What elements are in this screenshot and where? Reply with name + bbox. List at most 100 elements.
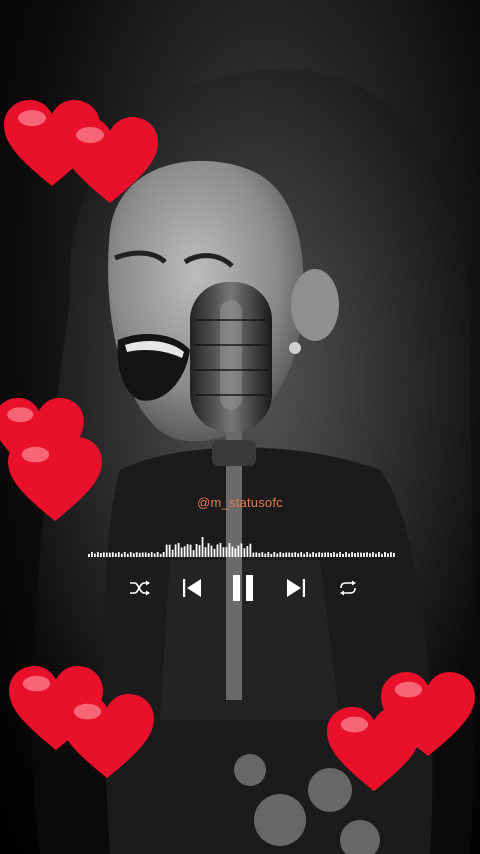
waveform-bar bbox=[228, 543, 231, 557]
waveform-bar bbox=[300, 552, 303, 557]
next-button[interactable] bbox=[276, 568, 316, 608]
waveform-bar bbox=[360, 552, 362, 557]
previous-button[interactable] bbox=[172, 568, 212, 608]
waveform-bar bbox=[114, 553, 117, 557]
waveform-bar bbox=[366, 552, 368, 557]
waveform-bar bbox=[156, 552, 159, 557]
waveform-bar bbox=[219, 543, 222, 557]
waveform-bar bbox=[306, 552, 309, 557]
waveform-bar bbox=[261, 552, 264, 557]
waveform-bar bbox=[141, 552, 144, 557]
waveform-bar bbox=[321, 552, 324, 557]
waveform-bar bbox=[147, 552, 150, 557]
waveform-bar bbox=[216, 544, 219, 557]
waveform-bar bbox=[222, 547, 225, 557]
skip-next-icon bbox=[287, 579, 305, 597]
waveform-bar bbox=[123, 552, 126, 557]
waveform-bar bbox=[354, 553, 356, 557]
waveform-bar bbox=[234, 548, 237, 557]
waveform-bar bbox=[159, 553, 162, 557]
waveform-bar bbox=[180, 547, 183, 557]
waveform-bar bbox=[243, 548, 246, 557]
waveform-bar bbox=[348, 553, 350, 557]
waveform-bar bbox=[276, 553, 279, 557]
waveform-bar bbox=[186, 544, 189, 557]
waveform-bar bbox=[171, 549, 174, 557]
waveform-bar bbox=[357, 552, 359, 557]
waveform-bar bbox=[318, 552, 321, 557]
waveform-bar bbox=[264, 553, 267, 557]
waveform-bar bbox=[117, 552, 120, 557]
waveform-bar bbox=[189, 544, 192, 557]
waveform-bar bbox=[384, 552, 386, 557]
waveform-bar bbox=[327, 552, 330, 557]
waveform-bar bbox=[153, 553, 156, 557]
waveform-bar bbox=[378, 552, 380, 557]
waveform-bar bbox=[210, 545, 213, 557]
waveform-bar bbox=[375, 553, 377, 557]
waveform-bar bbox=[126, 553, 129, 557]
waveform-bar bbox=[96, 552, 99, 557]
waveform-bar bbox=[90, 552, 93, 557]
waveform-bar bbox=[252, 552, 255, 557]
waveform-bar bbox=[129, 552, 132, 557]
audio-waveform[interactable] bbox=[88, 535, 396, 561]
shuffle-button[interactable] bbox=[120, 568, 160, 608]
waveform-bar bbox=[213, 548, 216, 557]
waveform-bar bbox=[315, 553, 318, 557]
waveform-bar bbox=[99, 553, 102, 557]
pause-button[interactable] bbox=[224, 568, 264, 608]
heart-icon bbox=[62, 117, 158, 203]
waveform-bar bbox=[237, 545, 240, 557]
waveform-bar bbox=[108, 552, 111, 557]
heart-icon bbox=[8, 436, 102, 522]
waveform-bar bbox=[330, 552, 332, 557]
pause-icon bbox=[233, 575, 253, 601]
waveform-bar bbox=[381, 553, 383, 557]
waveform-bar bbox=[333, 552, 335, 557]
waveform-bar bbox=[93, 553, 96, 557]
waveform-bar bbox=[195, 544, 198, 557]
waveform-bar bbox=[183, 546, 186, 557]
waveform-bar bbox=[204, 547, 207, 557]
waveform-bar bbox=[162, 552, 165, 557]
waveform-bar bbox=[285, 552, 288, 557]
waveform-bar bbox=[294, 552, 297, 557]
waveform-bar bbox=[177, 543, 180, 557]
waveform-bar bbox=[240, 543, 243, 557]
waveform-bar bbox=[132, 553, 135, 557]
waveform-bar bbox=[279, 552, 282, 557]
waveform-bar bbox=[270, 553, 273, 557]
waveform-bar bbox=[303, 553, 306, 557]
waveform-bar bbox=[324, 552, 327, 557]
video-frame: @m_statusofc bbox=[0, 0, 480, 854]
waveform-bar bbox=[249, 543, 252, 557]
repeat-icon bbox=[340, 580, 356, 596]
waveform-bar bbox=[120, 553, 123, 557]
repeat-button[interactable] bbox=[328, 568, 368, 608]
waveform-bar bbox=[363, 552, 365, 557]
waveform-bar bbox=[390, 552, 392, 557]
waveform-bar bbox=[309, 553, 312, 557]
waveform-bar bbox=[291, 552, 294, 557]
waveform-bar bbox=[150, 552, 153, 557]
waveform-bar bbox=[231, 546, 234, 557]
heart-icon bbox=[60, 693, 154, 779]
waveform-bar bbox=[339, 552, 341, 557]
waveform-bar bbox=[246, 546, 249, 557]
waveform-bar bbox=[192, 550, 195, 557]
waveform-bar bbox=[336, 553, 338, 557]
waveform-bar bbox=[312, 552, 315, 557]
waveform-bar bbox=[201, 537, 204, 557]
shuffle-icon bbox=[130, 580, 150, 596]
waveform-bar bbox=[165, 544, 168, 557]
waveform-bar bbox=[288, 552, 291, 557]
waveform-bar bbox=[144, 552, 147, 557]
waveform-bar bbox=[372, 552, 374, 557]
waveform-bar bbox=[351, 552, 353, 557]
waveform-bar bbox=[345, 552, 347, 557]
waveform-bar bbox=[138, 552, 141, 557]
waveform-bar bbox=[88, 554, 90, 557]
skip-previous-icon bbox=[183, 579, 201, 597]
waveform-bar bbox=[267, 552, 270, 557]
